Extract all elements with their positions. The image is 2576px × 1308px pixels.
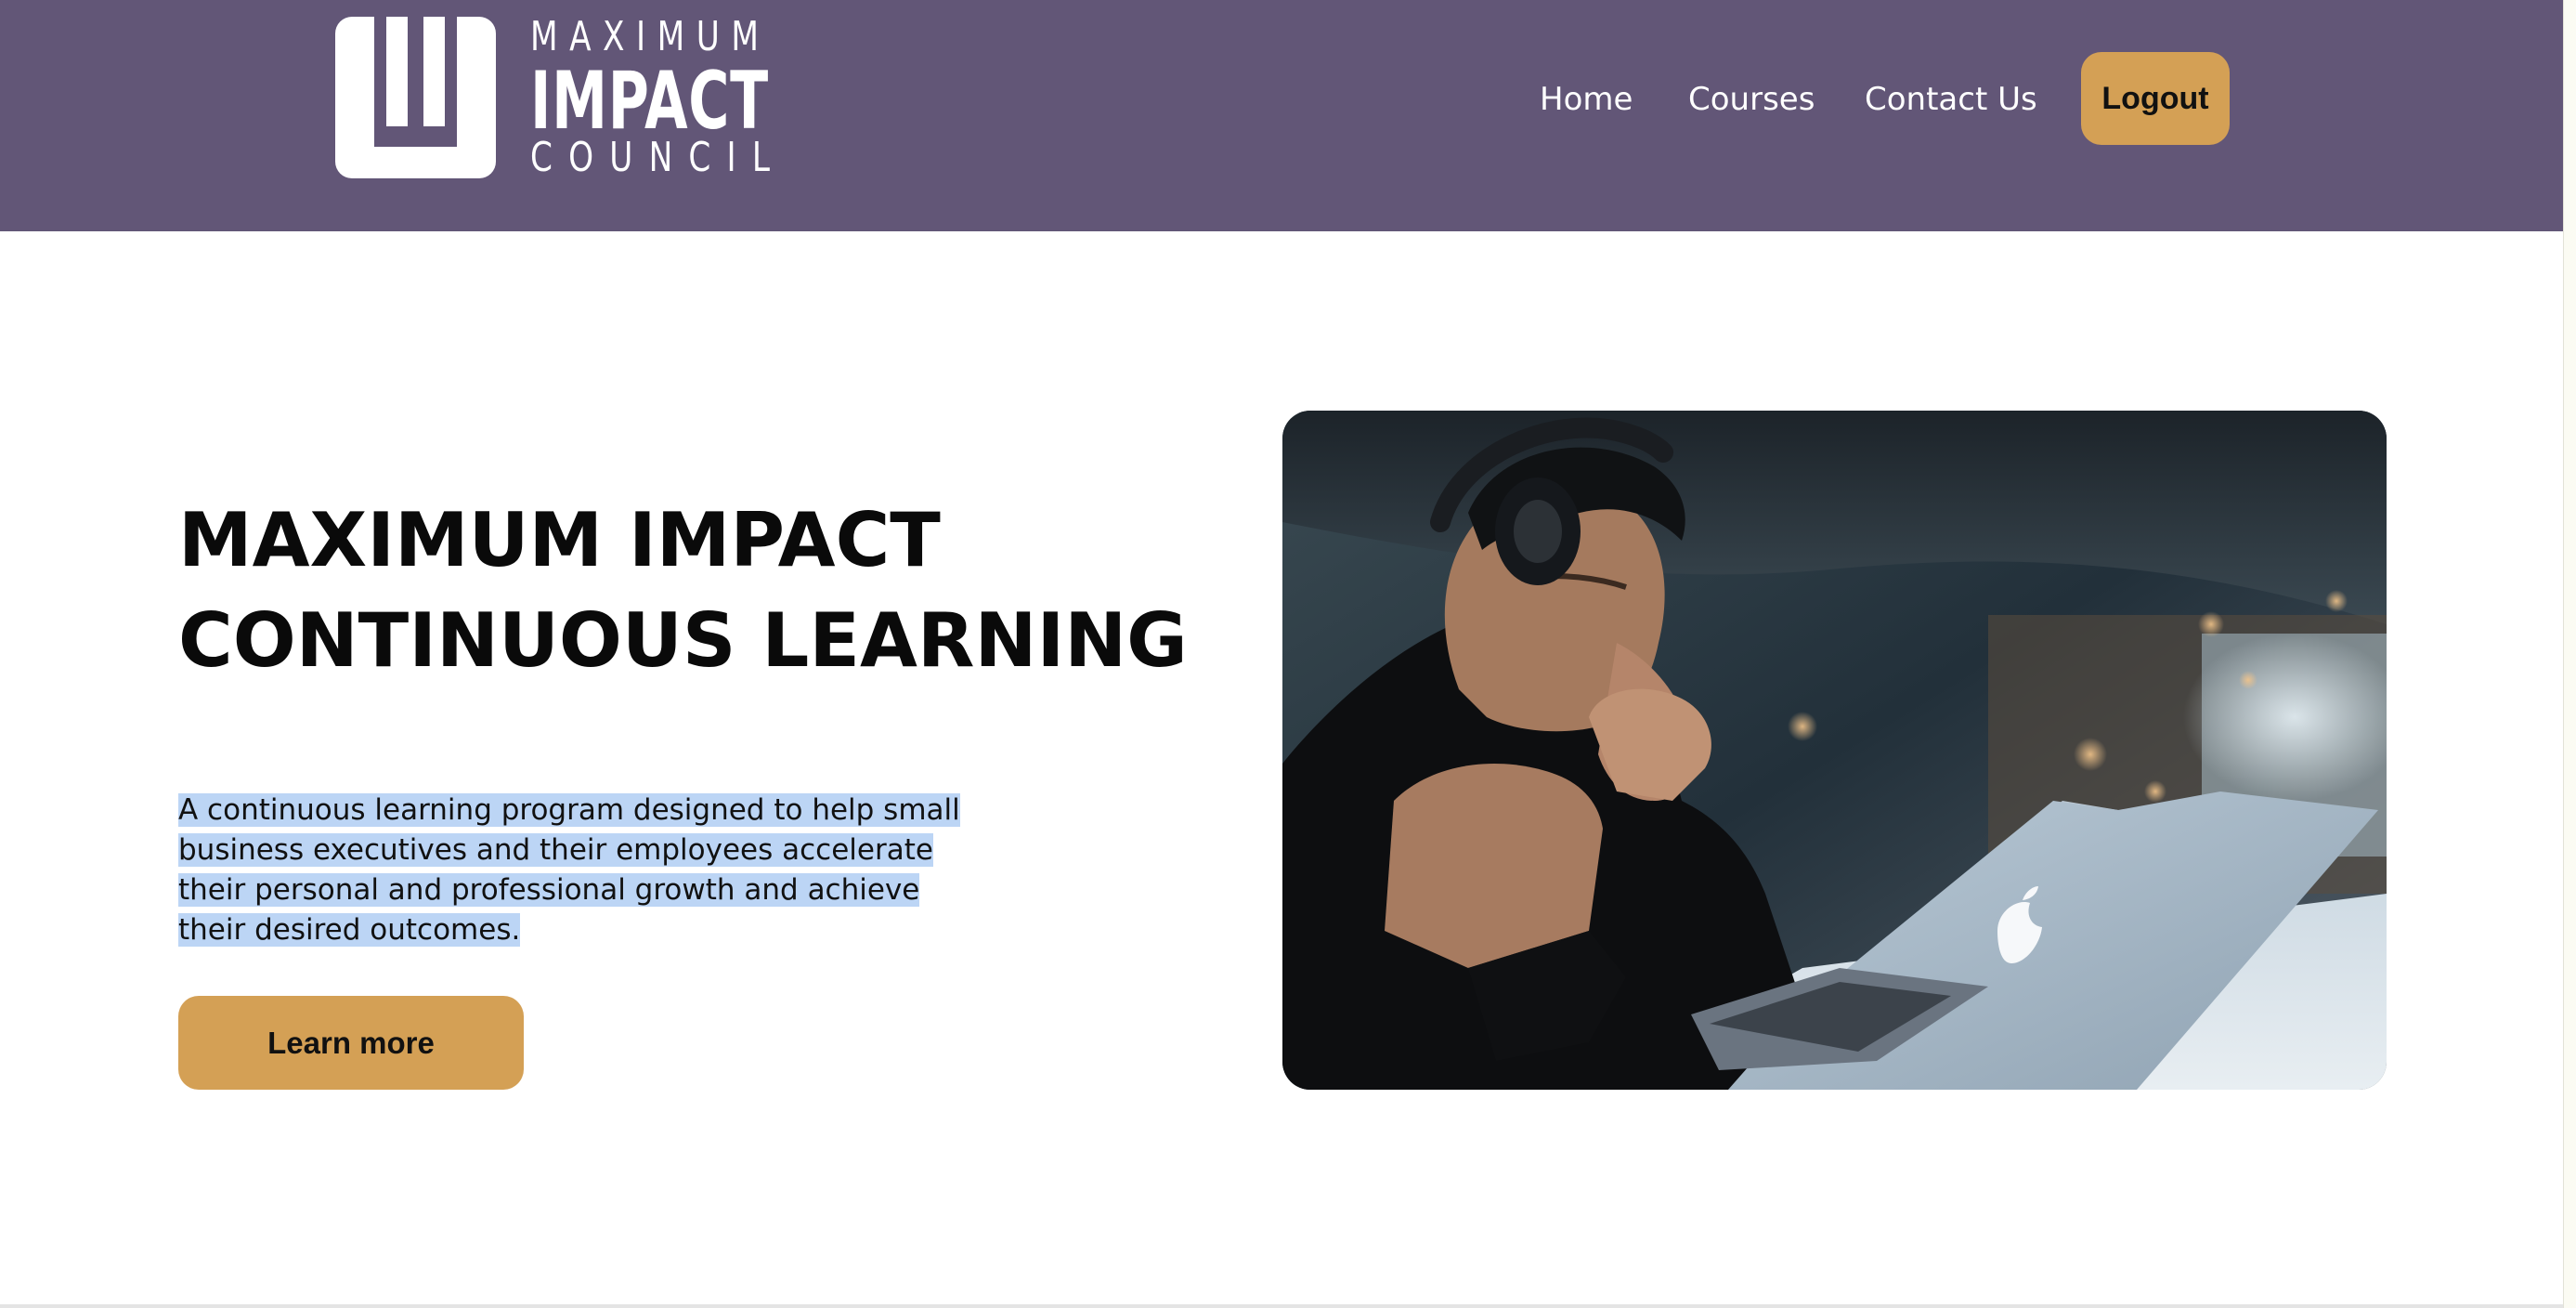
learn-more-button[interactable]: Learn more	[178, 996, 524, 1090]
mic-logo-icon	[335, 17, 496, 178]
nav-contact-us-link[interactable]: Contact Us	[1865, 0, 2037, 198]
hero-photo	[1282, 411, 2387, 1090]
brand-logo[interactable]: MAXIMUM IMPACT COUNCIL	[335, 17, 809, 180]
hero-title: MAXIMUM IMPACT CONTINUOUS LEARNING	[178, 490, 1200, 691]
brand-line-1: MAXIMUM	[530, 13, 771, 60]
hero-description-text: A continuous learning program designed t…	[178, 793, 960, 947]
hero-title-line-1: MAXIMUM IMPACT	[178, 497, 941, 583]
nav-courses-link[interactable]: Courses	[1688, 0, 1815, 198]
bottom-divider	[0, 1304, 2563, 1308]
brand-line-3: COUNCIL	[530, 134, 787, 181]
logout-button[interactable]: Logout	[2081, 52, 2230, 145]
site-header: MAXIMUM IMPACT COUNCIL Home Courses Cont…	[0, 0, 2563, 231]
hero-title-line-2: CONTINUOUS LEARNING	[178, 597, 1188, 684]
brand-line-2: IMPACT	[530, 55, 769, 148]
nav-home-link[interactable]: Home	[1540, 0, 1633, 198]
hero-image	[1282, 411, 2387, 1090]
page-scrollbar[interactable]	[2563, 0, 2576, 1308]
hero-description: A continuous learning program designed t…	[178, 791, 977, 950]
